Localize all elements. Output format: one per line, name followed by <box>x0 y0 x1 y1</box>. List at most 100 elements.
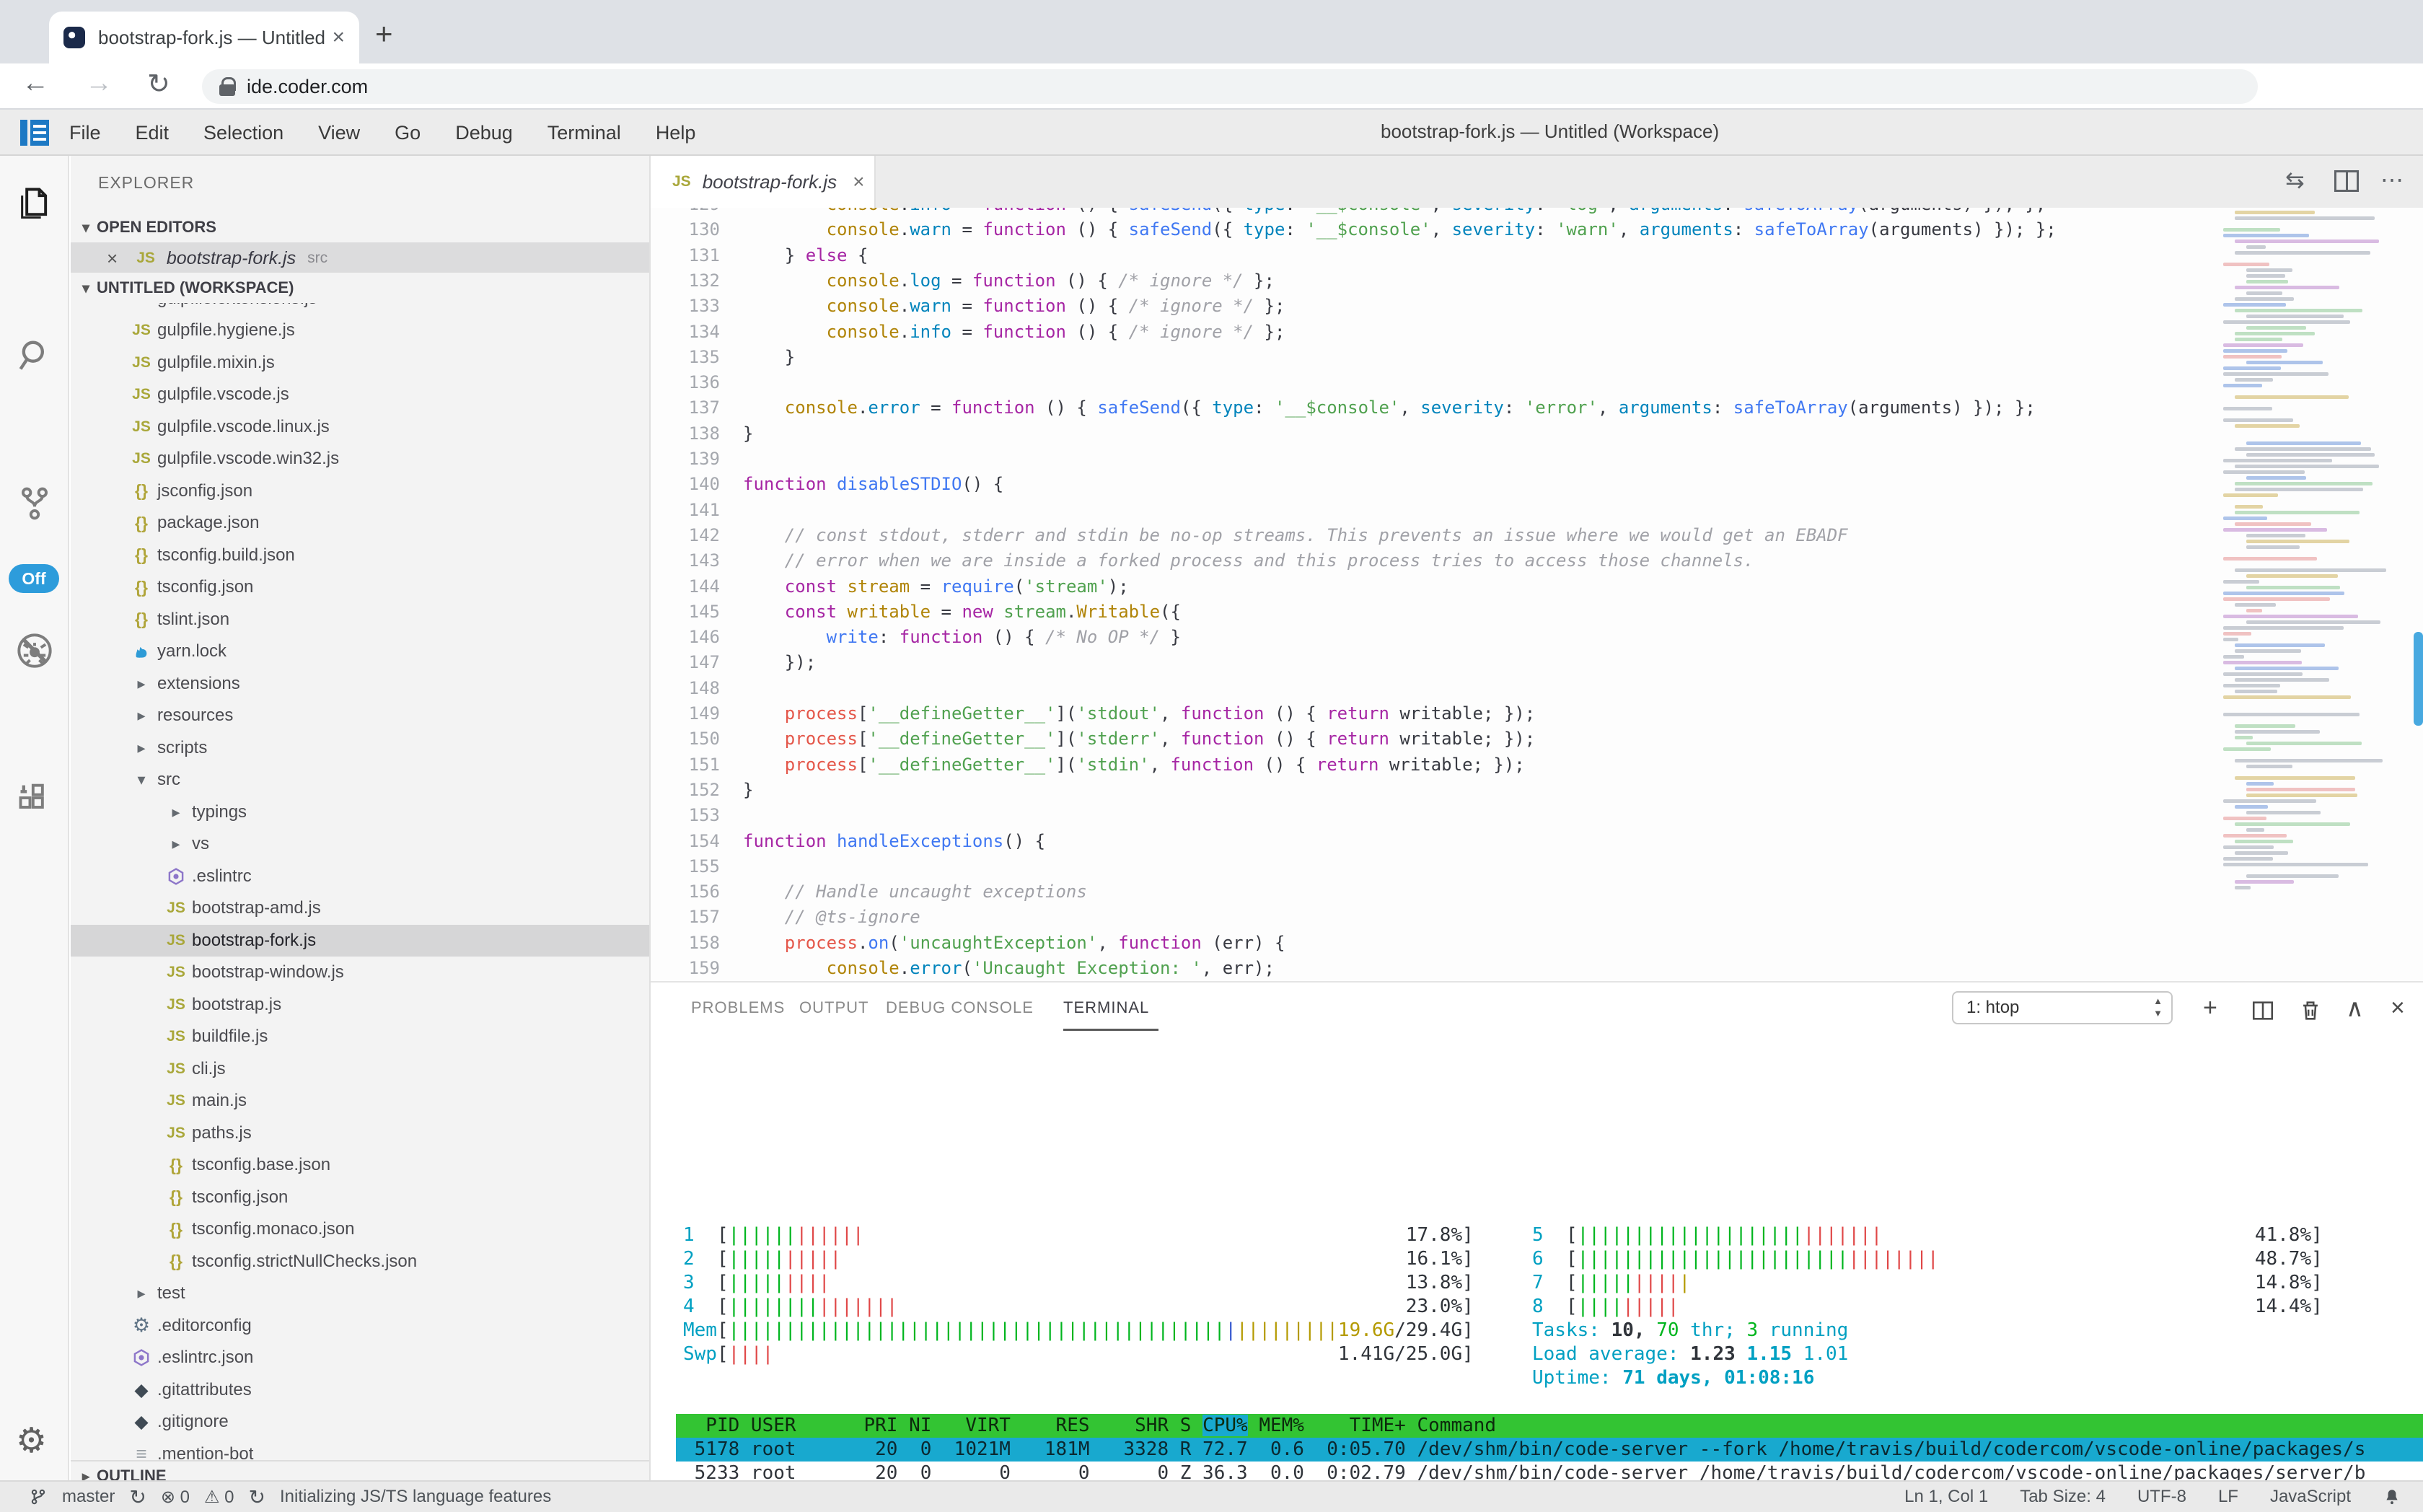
sync-icon[interactable]: ↻ <box>129 1485 146 1509</box>
tree-item-tsconfig.json[interactable]: {}tsconfig.json <box>71 1182 651 1213</box>
workspace-section[interactable]: ▾ UNTITLED (WORKSPACE) <box>71 273 651 303</box>
tab-close-icon[interactable]: × <box>332 25 345 50</box>
tree-item-.eslintrc[interactable]: .eslintrc <box>71 861 651 892</box>
tree-item-.gitignore[interactable]: ◆.gitignore <box>71 1406 651 1438</box>
back-icon[interactable]: ← <box>22 68 49 99</box>
tree-item-tsconfig.base.json[interactable]: {}tsconfig.base.json <box>71 1149 651 1181</box>
outline-section[interactable]: ▸ OUTLINE <box>71 1460 651 1480</box>
editor-code[interactable]: 129 console.info = function () { safeSen… <box>651 208 2423 981</box>
code-line-146: 146 write: function () { /* No OP */ } <box>651 624 2423 650</box>
tree-item-bootstrap-amd.js[interactable]: JSbootstrap-amd.js <box>71 892 651 924</box>
htop-process-row[interactable]: 5178 root 20 0 1021M 181M 3328 R 72.7 0.… <box>676 1438 2423 1462</box>
menu-help[interactable]: Help <box>638 122 713 144</box>
language-mode[interactable]: JavaScript <box>2270 1487 2351 1507</box>
code-line-144: 144 const stream = require('stream'); <box>651 573 2423 599</box>
tree-item-paths.js[interactable]: JSpaths.js <box>71 1117 651 1149</box>
tree-item-gulpfile.mixin.js[interactable]: JSgulpfile.mixin.js <box>71 347 651 379</box>
menu-bar: FileEditSelectionViewGoDebugTerminalHelp… <box>0 110 2423 156</box>
forward-icon[interactable]: → <box>85 68 113 99</box>
htop-process-row[interactable]: 5233 root 20 0 0 0 0 Z 36.3 0.0 0:02.79 … <box>676 1462 2423 1480</box>
browser-tab[interactable]: bootstrap-fork.js — Untitled (W × <box>49 12 359 63</box>
new-tab-button[interactable]: + <box>375 19 393 49</box>
close-icon[interactable]: × <box>107 247 118 270</box>
tree-item-extensions[interactable]: ▸extensions <box>71 668 651 700</box>
reload-icon[interactable]: ↻ <box>147 68 170 100</box>
menu-debug[interactable]: Debug <box>438 122 530 144</box>
menu-edit[interactable]: Edit <box>118 122 187 144</box>
source-control-icon[interactable] <box>16 485 53 522</box>
open-editor-item[interactable]: × JS bootstrap-fork.js src <box>71 242 651 274</box>
tree-item-bootstrap.js[interactable]: JSbootstrap.js <box>71 989 651 1021</box>
tree-item-vs[interactable]: ▸vs <box>71 828 651 860</box>
split-editor-icon[interactable] <box>2334 170 2359 192</box>
extensions-icon[interactable] <box>16 779 53 817</box>
explorer-icon[interactable] <box>16 185 53 222</box>
menu-selection[interactable]: Selection <box>186 122 301 144</box>
more-actions-icon[interactable]: ⋯ <box>2380 166 2404 193</box>
tree-item-.editorconfig[interactable]: ⚙.editorconfig <box>71 1310 651 1342</box>
chevron-right-icon: ▸ <box>137 706 145 725</box>
search-icon[interactable] <box>16 336 53 374</box>
tree-item-tsconfig.strictNullChecks.json[interactable]: {}tsconfig.strictNullChecks.json <box>71 1246 651 1278</box>
explorer-title: EXPLORER <box>98 173 194 193</box>
eol[interactable]: LF <box>2218 1487 2238 1507</box>
tree-item-gulpfile.vscode.js[interactable]: JSgulpfile.vscode.js <box>71 379 651 410</box>
tree-item-tsconfig.monaco.json[interactable]: {}tsconfig.monaco.json <box>71 1213 651 1245</box>
tree-item-main.js[interactable]: JSmain.js <box>71 1085 651 1117</box>
tree-item-jsconfig.json[interactable]: {}jsconfig.json <box>71 475 651 507</box>
menu-view[interactable]: View <box>301 122 377 144</box>
tree-item-label: gulpfile.extensions.js <box>157 303 317 309</box>
tree-item-typings[interactable]: ▸typings <box>71 796 651 828</box>
tree-item-.mention-bot[interactable]: ≡.mention-bot <box>71 1438 651 1461</box>
bell-icon[interactable] <box>2383 1487 2401 1506</box>
debug-off-icon[interactable] <box>16 632 53 669</box>
minimap[interactable] <box>2220 211 2411 932</box>
errors-indicator[interactable]: ⊗ 0 <box>161 1487 190 1508</box>
url-bar[interactable]: ide.coder.com <box>202 69 2258 104</box>
chevron-right-icon: ▸ <box>137 1284 145 1303</box>
tree-item-bootstrap-window.js[interactable]: JSbootstrap-window.js <box>71 957 651 988</box>
tree-item-label: gulpfile.mixin.js <box>157 353 275 373</box>
tree-item-label: .gitignore <box>157 1412 229 1432</box>
close-icon[interactable]: × <box>853 170 864 193</box>
tree-item-label: .eslintrc <box>192 866 252 887</box>
cursor-position[interactable]: Ln 1, Col 1 <box>1904 1487 1988 1507</box>
menu-file[interactable]: File <box>52 122 118 144</box>
tree-item-resources[interactable]: ▸resources <box>71 700 651 731</box>
tab-size[interactable]: Tab Size: 4 <box>2020 1487 2106 1507</box>
tree-item-gulpfile.hygiene.js[interactable]: JSgulpfile.hygiene.js <box>71 315 651 346</box>
tree-item-cli.js[interactable]: JScli.js <box>71 1053 651 1085</box>
tree-item-tslint.json[interactable]: {}tslint.json <box>71 604 651 636</box>
editor-tab[interactable]: JS bootstrap-fork.js × <box>651 156 876 208</box>
menu-go[interactable]: Go <box>377 122 438 144</box>
editor-scrollbar[interactable] <box>2414 632 2423 726</box>
tree-item-gulpfile.vscode.linux.js[interactable]: JSgulpfile.vscode.linux.js <box>71 411 651 443</box>
tree-item-.gitattributes[interactable]: ◆.gitattributes <box>71 1374 651 1406</box>
gear-icon: ⚙ <box>133 1314 150 1337</box>
offline-badge[interactable]: Off <box>9 564 59 593</box>
tree-item-tsconfig.json[interactable]: {}tsconfig.json <box>71 571 651 603</box>
tree-item-src[interactable]: ▾src <box>71 764 651 796</box>
git-branch-icon[interactable] <box>29 1487 48 1506</box>
tree-item-label: gulpfile.vscode.win32.js <box>157 449 339 469</box>
settings-gear-icon[interactable]: ⚙ <box>16 1424 47 1459</box>
tree-item-buildfile.js[interactable]: JSbuildfile.js <box>71 1021 651 1052</box>
encoding[interactable]: UTF-8 <box>2137 1487 2186 1507</box>
open-editors-section[interactable]: ▾ OPEN EDITORS <box>71 212 651 242</box>
tree-item-bootstrap-fork.js[interactable]: JSbootstrap-fork.js <box>71 925 651 957</box>
tree-item-tsconfig.build.json[interactable]: {}tsconfig.build.json <box>71 540 651 571</box>
htop-info-line: Uptime: 71 days, 01:08:16 <box>1532 1366 1814 1390</box>
branch-name[interactable]: master <box>62 1487 115 1507</box>
tree-item-gulpfile.extensions.js[interactable]: JSgulpfile.extensions.js <box>71 303 651 315</box>
tree-item-package.json[interactable]: {}package.json <box>71 507 651 539</box>
menu-terminal[interactable]: Terminal <box>530 122 638 144</box>
tree-item-scripts[interactable]: ▸scripts <box>71 732 651 764</box>
warnings-indicator[interactable]: ⚠ 0 <box>204 1487 234 1508</box>
tree-item-.eslintrc.json[interactable]: .eslintrc.json <box>71 1342 651 1373</box>
terminal[interactable]: 1 [|||||||||||| 17.8%]2 [|||||||||| 16.1… <box>651 983 2423 1480</box>
tree-item-gulpfile.vscode.win32.js[interactable]: JSgulpfile.vscode.win32.js <box>71 443 651 475</box>
tree-item-test[interactable]: ▸test <box>71 1278 651 1309</box>
tree-item-yarn.lock[interactable]: yarn.lock <box>71 636 651 667</box>
code-line-136: 136 <box>651 369 2423 395</box>
compare-icon[interactable]: ⇆ <box>2285 166 2305 193</box>
